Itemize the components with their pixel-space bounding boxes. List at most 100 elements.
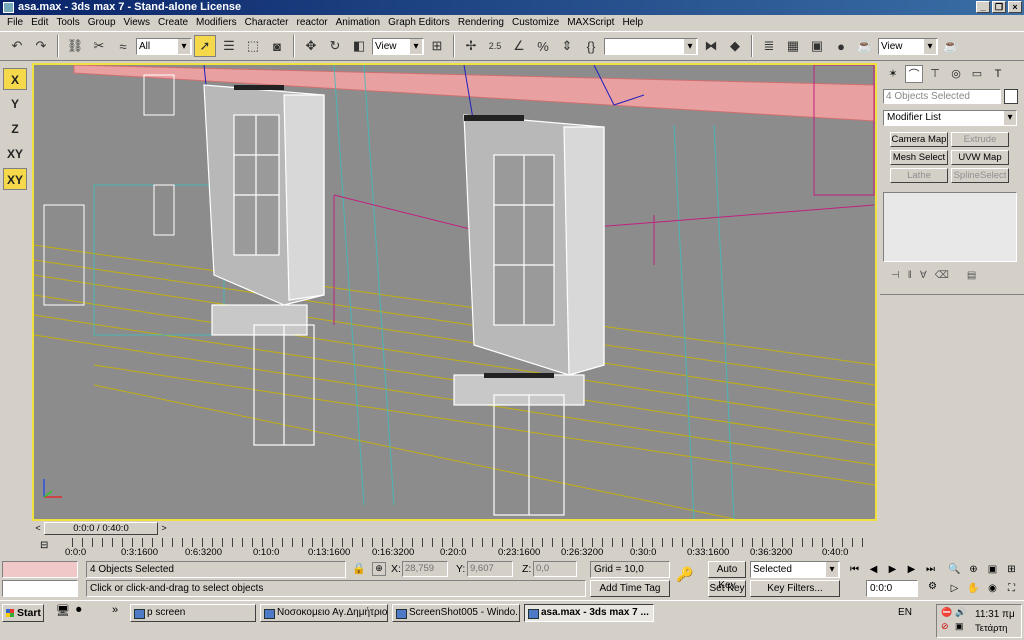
render-type-dropdown[interactable]: View <box>878 37 938 55</box>
time-slider[interactable]: 0:0:0 / 0:40:0 <box>44 522 158 535</box>
zoom-extents-all-icon[interactable]: ⊞ <box>1003 562 1020 578</box>
restore-button[interactable]: ❐ <box>992 1 1006 13</box>
clock-time[interactable]: 11:31 πμ <box>975 609 1015 620</box>
tray-alert-icon[interactable]: ⊘ <box>941 621 949 632</box>
manipulate-icon[interactable]: ✢ <box>460 35 482 57</box>
bind-space-warp-icon[interactable]: ≈ <box>112 35 134 57</box>
next-frame-icon[interactable]: ▶ <box>903 562 920 578</box>
move-icon[interactable]: ✥ <box>300 35 322 57</box>
tray-volume-icon[interactable]: 🔊 <box>955 607 966 618</box>
track-bar[interactable]: ⊟ 0:0:0 0:3:1600 0:6:3200 0:10:0 0:13:16… <box>32 538 877 558</box>
edit-named-selection-icon[interactable]: {} <box>580 35 602 57</box>
language-indicator[interactable]: EN <box>893 604 917 622</box>
configure-sets-icon[interactable]: ▤ <box>967 270 976 281</box>
tray-network-icon[interactable]: ⛔ <box>941 607 952 618</box>
make-unique-icon[interactable]: ∀ <box>920 270 927 281</box>
x-coordinate-field[interactable]: 28,759 <box>402 561 448 577</box>
axis-xy-button[interactable]: XY <box>3 143 27 165</box>
task-p-screen[interactable]: p screen <box>130 604 256 622</box>
menu-character[interactable]: Character <box>241 15 293 30</box>
lock-selection-icon[interactable]: 🔒 <box>352 562 366 575</box>
zoom-icon[interactable]: 🔍 <box>946 562 963 578</box>
axis-xy-plane-button[interactable]: XY <box>3 168 27 190</box>
curve-editor-mini-icon[interactable]: ⊟ <box>40 540 56 554</box>
menu-help[interactable]: Help <box>618 15 647 30</box>
task-3dsmax[interactable]: asa.max - 3ds max 7 ... <box>524 604 654 622</box>
show-end-result-icon[interactable]: ‖ <box>908 270 912 281</box>
maximize-viewport-icon[interactable]: ⛶ <box>1003 581 1020 597</box>
absolute-mode-icon[interactable]: ⊕ <box>372 562 386 576</box>
orbit-icon[interactable]: ◉ <box>984 581 1001 597</box>
material-editor-icon[interactable]: ● <box>830 35 852 57</box>
menu-group[interactable]: Group <box>84 15 120 30</box>
axis-z-button[interactable]: Z <box>3 118 27 140</box>
mesh-select-button[interactable]: Mesh Select <box>890 150 948 165</box>
menu-edit[interactable]: Edit <box>27 15 52 30</box>
axis-y-button[interactable]: Y <box>3 93 27 115</box>
select-link-icon[interactable]: ⛓ <box>64 35 86 57</box>
key-filters-button[interactable]: Key Filters... <box>750 580 840 597</box>
lathe-button[interactable]: Lathe <box>890 168 948 183</box>
maxscript-listener[interactable] <box>2 561 78 578</box>
auto-key-button[interactable]: Auto Key <box>708 561 746 591</box>
z-coordinate-field[interactable]: 0,0 <box>533 561 577 577</box>
align-icon[interactable]: ◆ <box>724 35 746 57</box>
menu-file[interactable]: File <box>3 15 27 30</box>
motion-tab-icon[interactable]: ◎ <box>947 65 965 83</box>
go-to-start-icon[interactable]: ⏮ <box>846 562 863 578</box>
scale-icon[interactable]: ◧ <box>348 35 370 57</box>
pivot-center-icon[interactable]: ⊞ <box>426 35 448 57</box>
menu-rendering[interactable]: Rendering <box>454 15 508 30</box>
menu-customize[interactable]: Customize <box>508 15 563 30</box>
redo-icon[interactable]: ↷ <box>30 35 52 57</box>
rotate-icon[interactable]: ↻ <box>324 35 346 57</box>
quicklaunch-more[interactable]: » <box>112 604 118 616</box>
set-key-button[interactable]: Set Key <box>708 580 746 597</box>
modifier-stack[interactable] <box>883 192 1017 262</box>
rect-selection-icon[interactable]: ⬚ <box>242 35 264 57</box>
modifier-list-dropdown[interactable]: Modifier List <box>883 110 1017 126</box>
modify-tab-icon[interactable]: ⌒ <box>905 65 923 83</box>
axis-x-button[interactable]: X <box>3 68 27 90</box>
menu-create[interactable]: Create <box>154 15 192 30</box>
undo-icon[interactable]: ↶ <box>6 35 28 57</box>
select-object-icon[interactable]: ➚ <box>194 35 216 57</box>
previous-frame-icon[interactable]: ◀ <box>865 562 882 578</box>
close-button[interactable]: × <box>1008 1 1022 13</box>
play-icon[interactable]: ▶ <box>884 562 901 578</box>
reference-coord-dropdown[interactable]: View <box>372 37 424 55</box>
named-selection-dropdown[interactable] <box>604 37 698 55</box>
selection-filter-dropdown[interactable]: All <box>136 37 192 55</box>
time-next-button[interactable]: > <box>158 522 170 535</box>
pin-stack-icon[interactable]: ⊣ <box>891 270 900 281</box>
window-crossing-icon[interactable]: ◙ <box>266 35 288 57</box>
maxscript-input[interactable] <box>2 580 78 597</box>
remove-modifier-icon[interactable]: ⌫ <box>935 270 949 281</box>
y-coordinate-field[interactable]: 9,607 <box>467 561 513 577</box>
perspective-viewport[interactable] <box>32 63 877 521</box>
curve-editor-icon[interactable]: ▦ <box>782 35 804 57</box>
object-name-field[interactable]: 4 Objects Selected <box>883 89 1001 104</box>
mirror-icon[interactable]: ⧓ <box>700 35 722 57</box>
spinner-snap-icon[interactable]: ⇕ <box>556 35 578 57</box>
render-scene-icon[interactable]: ☕ <box>854 35 876 57</box>
menu-graph-editors[interactable]: Graph Editors <box>384 15 454 30</box>
menu-modifiers[interactable]: Modifiers <box>192 15 241 30</box>
object-color-swatch[interactable] <box>1004 89 1018 104</box>
menu-views[interactable]: Views <box>120 15 155 30</box>
current-time-field[interactable]: 0:0:0 <box>866 580 918 597</box>
time-prev-button[interactable]: < <box>32 522 44 535</box>
menu-reactor[interactable]: reactor <box>293 15 332 30</box>
create-tab-icon[interactable]: ✶ <box>884 65 902 83</box>
spline-select-button[interactable]: SplineSelect <box>951 168 1009 183</box>
zoom-all-icon[interactable]: ⊕ <box>965 562 982 578</box>
menu-tools[interactable]: Tools <box>52 15 83 30</box>
menu-maxscript[interactable]: MAXScript <box>563 15 618 30</box>
field-of-view-icon[interactable]: ▷ <box>946 581 963 597</box>
snap-toggle-icon[interactable]: 2.5 <box>484 35 506 57</box>
task-hospital[interactable]: Νοσοκομειο Αγ.Δημήτριος <box>260 604 388 622</box>
percent-snap-icon[interactable]: % <box>532 35 554 57</box>
camera-map-button[interactable]: Camera Map <box>890 132 948 147</box>
start-button[interactable]: Start <box>2 604 44 622</box>
extrude-button[interactable]: Extrude <box>951 132 1009 147</box>
